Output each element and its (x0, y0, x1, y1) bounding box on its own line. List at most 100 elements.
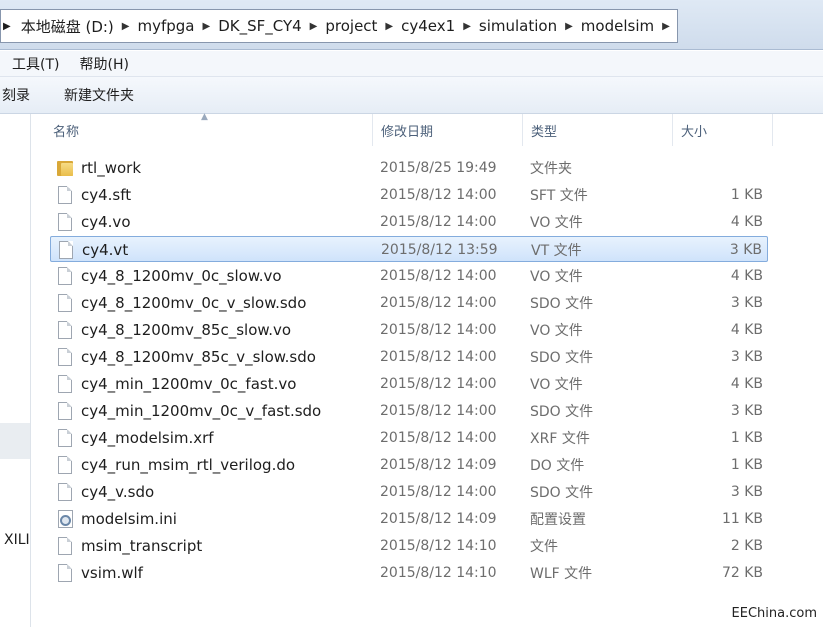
column-header-date[interactable]: 修改日期 (373, 114, 523, 146)
file-row[interactable]: cy4_8_1200mv_85c_slow.vo 2015/8/12 14:00… (50, 317, 768, 343)
file-type: SFT 文件 (530, 188, 588, 204)
file-row[interactable]: cy4.sft 2015/8/12 14:00 SFT 文件 1 KB (50, 182, 768, 208)
chevron-right-icon[interactable]: ▶ (563, 21, 575, 32)
column-header-label: 修改日期 (381, 124, 434, 140)
file-row[interactable]: cy4_min_1200mv_0c_v_fast.sdo 2015/8/12 1… (50, 398, 768, 424)
file-icon (56, 398, 74, 424)
file-icon (56, 371, 74, 397)
file-type: WLF 文件 (530, 566, 593, 582)
file-size: 3 KB (730, 403, 763, 419)
chevron-right-icon[interactable]: ▶ (383, 21, 395, 32)
file-row[interactable]: cy4_v.sdo 2015/8/12 14:00 SDO 文件 3 KB (50, 479, 768, 505)
column-header-size[interactable]: 大小 (673, 114, 773, 146)
file-name: modelsim.ini (81, 510, 177, 528)
column-header-label: 名称 (53, 124, 80, 140)
file-name: cy4_min_1200mv_0c_v_fast.sdo (81, 402, 322, 420)
file-size: 3 KB (730, 484, 763, 500)
file-row[interactable]: cy4.vo 2015/8/12 14:00 VO 文件 4 KB (50, 209, 768, 235)
file-date: 2015/8/12 14:00 (380, 484, 497, 500)
file-row[interactable]: cy4_8_1200mv_85c_v_slow.sdo 2015/8/12 14… (50, 344, 768, 370)
file-date: 2015/8/12 14:00 (380, 187, 497, 203)
menu-tools[interactable]: 工具(T) (0, 54, 67, 74)
file-size: 3 KB (730, 349, 763, 365)
file-name: cy4.vt (82, 241, 129, 259)
file-icon (56, 560, 74, 586)
burn-button[interactable]: 刻录 (0, 85, 46, 105)
chevron-right-icon[interactable]: ▶ (201, 21, 213, 32)
file-icon (56, 479, 74, 505)
file-row-selected[interactable]: cy4.vt 2015/8/12 13:59 VT 文件 3 KB (50, 236, 768, 262)
file-type: VO 文件 (530, 215, 583, 231)
file-row[interactable]: msim_transcript 2015/8/12 14:10 文件 2 KB (50, 533, 768, 559)
chevron-right-icon[interactable]: ▶ (660, 21, 672, 32)
address-bar-area: ▶ 本地磁盘 (D:) ▶ myfpga ▶ DK_SF_CY4 ▶ proje… (0, 0, 823, 50)
file-row[interactable]: cy4_run_msim_rtl_verilog.do 2015/8/12 14… (50, 452, 768, 478)
file-icon (56, 533, 74, 559)
file-row[interactable]: cy4_min_1200mv_0c_fast.vo 2015/8/12 14:0… (50, 371, 768, 397)
file-size: 3 KB (730, 295, 763, 311)
new-folder-button[interactable]: 新建文件夹 (46, 85, 150, 105)
breadcrumb-item-cy4ex1[interactable]: cy4ex1 ▶ (395, 10, 473, 42)
file-icon (56, 290, 74, 316)
chevron-right-icon[interactable]: ▶ (120, 21, 132, 32)
file-icon (56, 182, 74, 208)
file-type: 配置设置 (530, 512, 586, 528)
file-name: cy4_8_1200mv_85c_v_slow.sdo (81, 348, 316, 366)
file-name: cy4_8_1200mv_85c_slow.vo (81, 321, 292, 339)
breadcrumb-label: myfpga (137, 17, 195, 35)
file-size: 4 KB (730, 376, 763, 392)
file-name: cy4_8_1200mv_0c_slow.vo (81, 267, 282, 285)
nav-selected-item[interactable] (0, 423, 30, 459)
file-type: VT 文件 (531, 243, 582, 259)
command-bar: 刻录 新建文件夹 (0, 77, 823, 114)
file-type: SDO 文件 (530, 404, 594, 420)
file-name: msim_transcript (81, 537, 203, 555)
file-row[interactable]: cy4_8_1200mv_0c_v_slow.sdo 2015/8/12 14:… (50, 290, 768, 316)
breadcrumb-item-myfpga[interactable]: myfpga ▶ (131, 10, 212, 42)
address-bar[interactable]: ▶ 本地磁盘 (D:) ▶ myfpga ▶ DK_SF_CY4 ▶ proje… (0, 9, 678, 43)
file-date: 2015/8/12 14:00 (380, 322, 497, 338)
file-name: cy4_v.sdo (81, 483, 155, 501)
file-name: cy4_8_1200mv_0c_v_slow.sdo (81, 294, 307, 312)
breadcrumb-item-project[interactable]: project ▶ (319, 10, 395, 42)
breadcrumb-item-drive[interactable]: 本地磁盘 (D:) ▶ (15, 10, 132, 42)
breadcrumb-label: 本地磁盘 (D:) (20, 17, 114, 36)
file-type: SDO 文件 (530, 485, 594, 501)
file-name: vsim.wlf (81, 564, 143, 582)
file-row[interactable]: cy4_8_1200mv_0c_slow.vo 2015/8/12 14:00 … (50, 263, 768, 289)
file-date: 2015/8/12 13:59 (381, 242, 498, 258)
breadcrumb-label: DK_SF_CY4 (218, 17, 302, 35)
file-date: 2015/8/12 14:09 (380, 457, 497, 473)
file-size: 1 KB (730, 430, 763, 446)
breadcrumb-item-modelsim[interactable]: modelsim ▶ (575, 10, 672, 42)
breadcrumb-item-simulation[interactable]: simulation ▶ (473, 10, 575, 42)
file-type: DO 文件 (530, 458, 585, 474)
breadcrumb-label: project (325, 17, 378, 35)
file-row[interactable]: modelsim.ini 2015/8/12 14:09 配置设置 11 KB (50, 506, 768, 532)
column-header-name[interactable]: 名称 (45, 114, 373, 146)
file-date: 2015/8/25 19:49 (380, 160, 497, 176)
file-type: VO 文件 (530, 323, 583, 339)
file-date: 2015/8/12 14:00 (380, 295, 497, 311)
breadcrumb-item-dk-sf-cy4[interactable]: DK_SF_CY4 ▶ (212, 10, 319, 42)
file-row[interactable]: cy4_modelsim.xrf 2015/8/12 14:00 XRF 文件 … (50, 425, 768, 451)
file-date: 2015/8/12 14:00 (380, 214, 497, 230)
file-name: cy4.vo (81, 213, 131, 231)
file-icon (56, 344, 74, 370)
file-type: 文件夹 (530, 161, 572, 177)
navigation-pane[interactable]: XILI (0, 114, 31, 627)
chevron-right-icon[interactable]: ▶ (1, 21, 15, 32)
chevron-right-icon[interactable]: ▶ (461, 21, 473, 32)
file-row[interactable]: rtl_work 2015/8/25 19:49 文件夹 (50, 155, 768, 181)
column-header-label: 大小 (681, 124, 708, 140)
file-name: rtl_work (81, 159, 142, 177)
nav-item-label[interactable]: XILI (4, 532, 30, 548)
menu-help[interactable]: 帮助(H) (67, 54, 136, 74)
file-icon (56, 452, 74, 478)
file-type: SDO 文件 (530, 296, 594, 312)
column-header-type[interactable]: 类型 (523, 114, 673, 146)
file-name: cy4_run_msim_rtl_verilog.do (81, 456, 296, 474)
chevron-right-icon[interactable]: ▶ (308, 21, 320, 32)
file-row[interactable]: vsim.wlf 2015/8/12 14:10 WLF 文件 72 KB (50, 560, 768, 586)
file-size: 4 KB (730, 322, 763, 338)
